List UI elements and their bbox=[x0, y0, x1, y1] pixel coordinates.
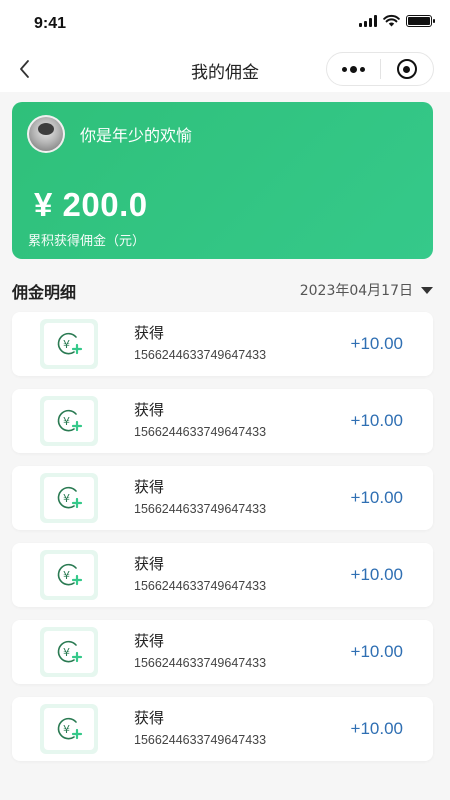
item-order-number: 1566244633749647433 bbox=[134, 733, 267, 747]
item-amount: +10.00 bbox=[350, 488, 403, 507]
yuan-add-icon: ¥ bbox=[40, 473, 98, 523]
list-item[interactable]: ¥ 获得 1566244633749647433 +10.00 bbox=[12, 620, 433, 684]
yuan-add-icon: ¥ bbox=[40, 319, 98, 369]
signal-icon bbox=[359, 14, 377, 27]
item-amount: +10.00 bbox=[350, 334, 403, 353]
wifi-icon bbox=[383, 14, 400, 27]
item-order-number: 1566244633749647433 bbox=[134, 579, 267, 593]
list-item[interactable]: ¥ 获得 1566244633749647433 +10.00 bbox=[12, 543, 433, 607]
item-order-number: 1566244633749647433 bbox=[134, 502, 267, 516]
item-amount: +10.00 bbox=[350, 719, 403, 738]
caret-down-icon bbox=[421, 286, 433, 294]
details-header: 佣金明细 2023年04月17日 bbox=[12, 276, 433, 302]
item-amount: +10.00 bbox=[350, 565, 403, 584]
item-amount: +10.00 bbox=[350, 411, 403, 430]
list-item[interactable]: ¥ 获得 1566244633749647433 +10.00 bbox=[12, 697, 433, 761]
battery-icon bbox=[406, 14, 435, 27]
list-item[interactable]: ¥ 获得 1566244633749647433 +10.00 bbox=[12, 389, 433, 453]
item-title: 获得 bbox=[134, 632, 165, 650]
item-title: 获得 bbox=[134, 709, 165, 727]
svg-text:¥: ¥ bbox=[63, 338, 70, 351]
mini-program-capsule bbox=[326, 52, 434, 86]
commission-list: ¥ 获得 1566244633749647433 +10.00 ¥ 获得 156624463… bbox=[12, 312, 433, 774]
svg-text:¥: ¥ bbox=[63, 569, 70, 582]
more-dots-icon bbox=[342, 66, 347, 72]
item-order-number: 1566244633749647433 bbox=[134, 425, 267, 439]
commission-total-label: 累积获得佣金（元） bbox=[28, 234, 146, 249]
nav-bar: 我的佣金 bbox=[0, 46, 450, 92]
list-item[interactable]: ¥ 获得 1566244633749647433 +10.00 bbox=[12, 312, 433, 376]
list-item[interactable]: ¥ 获得 1566244633749647433 +10.00 bbox=[12, 466, 433, 530]
commission-summary-card: 你是年少的欢愉 ¥ 200.0 累积获得佣金（元） bbox=[12, 102, 433, 259]
item-title: 获得 bbox=[134, 478, 165, 496]
svg-text:¥: ¥ bbox=[63, 492, 70, 505]
status-time: 9:41 bbox=[34, 15, 67, 32]
avatar[interactable] bbox=[27, 115, 65, 153]
more-button[interactable] bbox=[327, 53, 380, 85]
item-title: 获得 bbox=[134, 324, 165, 342]
target-circle-icon bbox=[396, 59, 417, 79]
details-title: 佣金明细 bbox=[12, 283, 77, 302]
yuan-add-icon: ¥ bbox=[40, 550, 98, 600]
status-icons bbox=[359, 14, 435, 27]
username: 你是年少的欢愉 bbox=[80, 126, 193, 145]
yuan-add-icon: ¥ bbox=[40, 704, 98, 754]
date-filter[interactable]: 2023年04月17日 bbox=[300, 280, 433, 300]
date-filter-value: 2023年04月17日 bbox=[299, 283, 413, 299]
close-mini-program-button[interactable] bbox=[381, 53, 433, 85]
svg-text:¥: ¥ bbox=[63, 646, 70, 659]
item-amount: +10.00 bbox=[350, 642, 403, 661]
svg-text:¥: ¥ bbox=[63, 415, 70, 428]
svg-text:¥: ¥ bbox=[63, 723, 70, 736]
item-order-number: 1566244633749647433 bbox=[134, 348, 267, 362]
item-title: 获得 bbox=[134, 555, 165, 573]
commission-total: ¥ 200.0 bbox=[34, 186, 148, 223]
yuan-add-icon: ¥ bbox=[40, 627, 98, 677]
yuan-add-icon: ¥ bbox=[40, 396, 98, 446]
item-title: 获得 bbox=[134, 401, 165, 419]
item-order-number: 1566244633749647433 bbox=[134, 656, 267, 670]
status-bar: 9:41 bbox=[0, 0, 450, 46]
